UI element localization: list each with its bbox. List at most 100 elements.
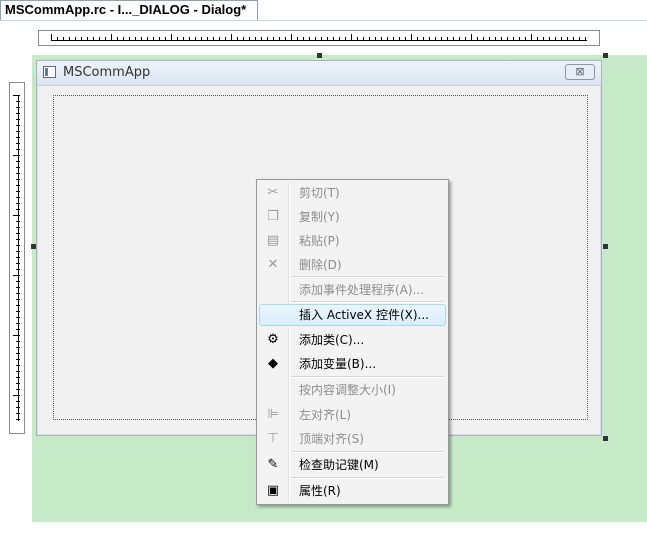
ruler-tick bbox=[315, 37, 316, 41]
ruler-tick bbox=[16, 371, 20, 372]
ruler-tick bbox=[16, 179, 20, 180]
menu-item[interactable]: ✕ 删除(D) bbox=[259, 254, 446, 276]
resize-handle-right[interactable] bbox=[603, 244, 608, 249]
ruler-tick bbox=[171, 34, 172, 41]
ruler-tick bbox=[339, 37, 340, 41]
ruler-tick bbox=[297, 37, 298, 41]
ruler-tick bbox=[16, 317, 20, 318]
ruler-tick bbox=[16, 173, 20, 174]
ruler-tick bbox=[13, 335, 20, 336]
ruler-tick bbox=[423, 37, 424, 41]
ruler-tick bbox=[453, 37, 454, 41]
ruler-tick bbox=[16, 401, 20, 402]
menu-item[interactable]: 按内容调整大小(I) bbox=[259, 379, 446, 401]
ruler-tick bbox=[219, 37, 220, 41]
add-variable-icon: ◆ bbox=[268, 356, 278, 371]
ruler-tick bbox=[63, 37, 64, 41]
ruler-tick bbox=[16, 377, 20, 378]
ruler-tick bbox=[16, 185, 20, 186]
ruler-tick bbox=[375, 37, 376, 41]
menu-item[interactable]: 添加事件处理程序(A)... bbox=[259, 279, 446, 301]
ruler-tick bbox=[357, 37, 358, 41]
menu-item-label: 删除(D) bbox=[299, 258, 342, 272]
ruler-tick bbox=[16, 281, 20, 282]
ruler-tick bbox=[16, 101, 20, 102]
ruler-tick bbox=[243, 37, 244, 41]
paste-icon: ▤ bbox=[266, 233, 280, 248]
menu-item[interactable]: ◆ 添加变量(B)... bbox=[259, 353, 446, 375]
ruler-tick bbox=[309, 37, 310, 41]
ruler-tick bbox=[16, 245, 20, 246]
ruler-tick bbox=[16, 203, 20, 204]
ruler-tick bbox=[585, 37, 586, 41]
menu-separator bbox=[291, 276, 444, 278]
menu-item[interactable]: ⊤ 顶端对齐(S) bbox=[259, 428, 446, 450]
ruler-tick bbox=[321, 37, 322, 41]
ruler-tick bbox=[16, 251, 20, 252]
ruler-tick bbox=[165, 37, 166, 41]
menu-item[interactable]: ▤ 粘贴(P) bbox=[259, 230, 446, 252]
menu-item-label: 插入 ActiveX 控件(X)... bbox=[299, 308, 429, 322]
ruler-tick bbox=[16, 407, 20, 408]
ruler-tick bbox=[16, 257, 20, 258]
ruler-tick bbox=[363, 37, 364, 41]
ruler-tick bbox=[16, 383, 20, 384]
ruler-tick bbox=[483, 37, 484, 41]
ruler-tick bbox=[75, 37, 76, 41]
copy-icon: ❐ bbox=[267, 209, 279, 224]
menu-item[interactable]: ⊫ 左对齐(L) bbox=[259, 404, 446, 426]
menu-item-label: 检查助记键(M) bbox=[299, 458, 379, 472]
ruler-tick bbox=[465, 37, 466, 41]
menu-item[interactable]: ✎ 检查助记键(M) bbox=[259, 454, 446, 476]
ruler-tick bbox=[16, 197, 20, 198]
ruler-tick bbox=[495, 37, 496, 41]
horizontal-ruler[interactable] bbox=[38, 30, 600, 46]
dialog-titlebar[interactable]: MSCommApp ⊠ bbox=[37, 61, 601, 86]
ruler-tick bbox=[501, 37, 502, 41]
ruler-tick bbox=[531, 34, 532, 41]
document-tab-bar: MSCommApp.rc - I..._DIALOG - Dialog* bbox=[0, 0, 647, 21]
ruler-tick bbox=[16, 107, 20, 108]
document-tab[interactable]: MSCommApp.rc - I..._DIALOG - Dialog* bbox=[0, 0, 258, 20]
ruler-tick bbox=[447, 37, 448, 41]
ruler-tick bbox=[513, 37, 514, 41]
menu-item[interactable]: ▣ 属性(R) bbox=[259, 480, 446, 502]
ruler-tick bbox=[13, 95, 20, 96]
ruler-tick bbox=[16, 233, 20, 234]
ruler-tick bbox=[16, 311, 20, 312]
ruler-tick bbox=[13, 215, 20, 216]
menu-item[interactable]: 插入 ActiveX 控件(X)... bbox=[259, 304, 446, 326]
ruler-tick bbox=[273, 37, 274, 41]
ruler-tick bbox=[16, 161, 20, 162]
resize-handle-top[interactable] bbox=[317, 53, 322, 58]
ruler-tick bbox=[177, 37, 178, 41]
ruler-tick bbox=[51, 34, 52, 41]
vertical-ruler[interactable] bbox=[9, 82, 25, 434]
ruler-tick bbox=[387, 37, 388, 41]
resize-handle-top-right[interactable] bbox=[603, 53, 608, 58]
ruler-tick bbox=[16, 287, 20, 288]
close-button[interactable]: ⊠ bbox=[565, 64, 595, 80]
ruler-tick bbox=[351, 34, 352, 41]
ruler-tick bbox=[435, 37, 436, 41]
ruler-tick bbox=[555, 37, 556, 41]
delete-icon: ✕ bbox=[267, 257, 279, 272]
ruler-tick bbox=[16, 293, 20, 294]
menu-item-label: 添加变量(B)... bbox=[299, 357, 377, 371]
ruler-tick bbox=[117, 37, 118, 41]
menu-item[interactable]: ❐ 复制(Y) bbox=[259, 206, 446, 228]
ruler-tick bbox=[519, 37, 520, 41]
menu-item[interactable]: ✂ 剪切(T) bbox=[259, 182, 446, 204]
ruler-tick bbox=[16, 305, 20, 306]
menu-item[interactable]: ⚙ 添加类(C)... bbox=[259, 329, 446, 351]
ruler-tick bbox=[189, 37, 190, 41]
menu-separator bbox=[291, 451, 444, 453]
ruler-tick bbox=[261, 37, 262, 41]
resize-handle-bottom-right[interactable] bbox=[603, 436, 608, 441]
app-window-icon bbox=[43, 66, 56, 78]
ruler-tick bbox=[16, 299, 20, 300]
ruler-tick bbox=[489, 37, 490, 41]
ruler-tick bbox=[405, 37, 406, 41]
menu-item-label: 添加类(C)... bbox=[299, 333, 365, 347]
ruler-tick bbox=[255, 37, 256, 41]
